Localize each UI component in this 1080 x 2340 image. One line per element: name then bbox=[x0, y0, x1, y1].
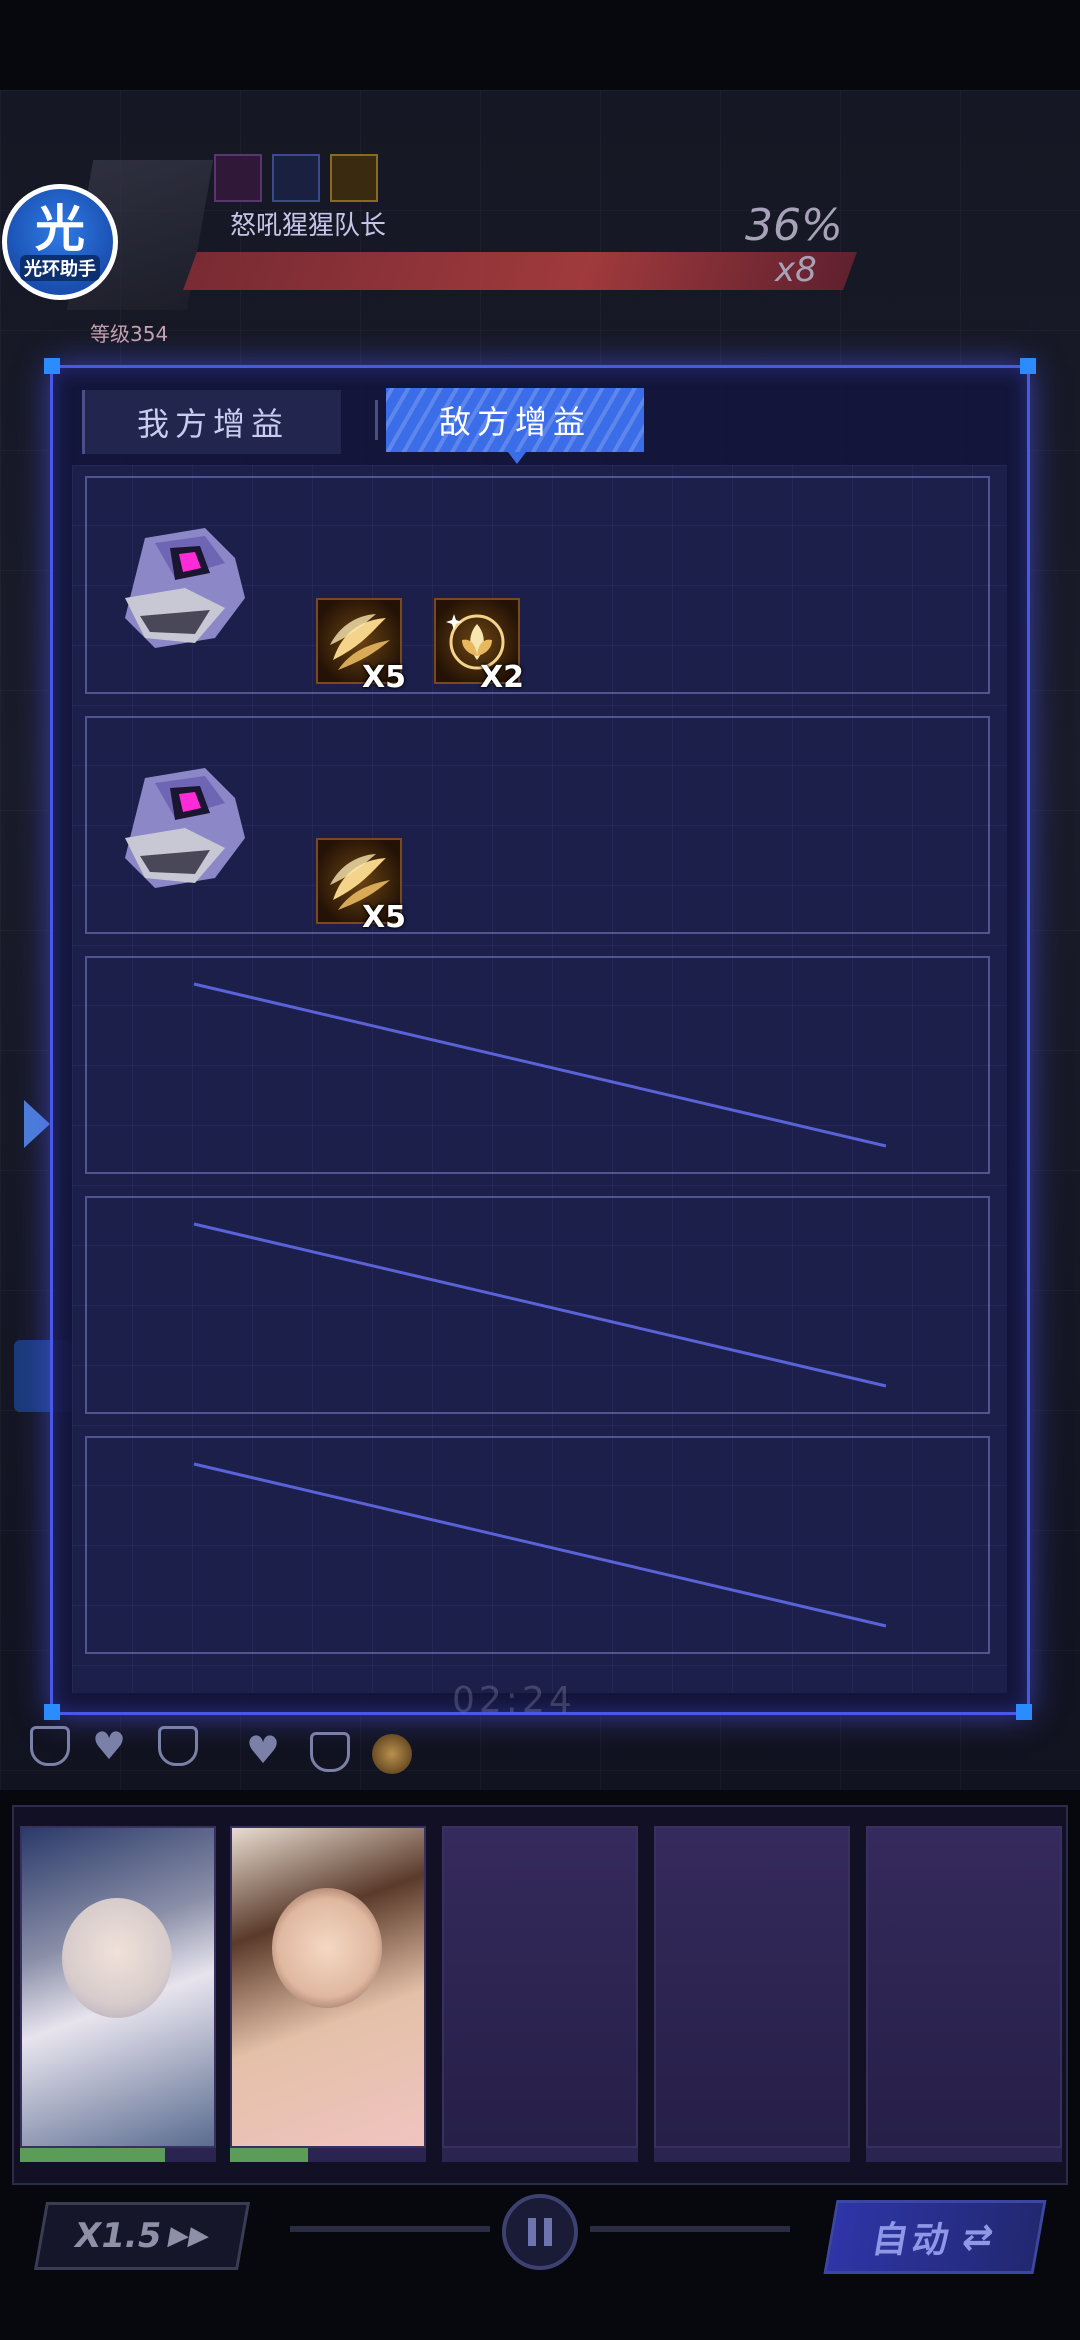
panel-corner-decoration bbox=[1020, 358, 1036, 374]
side-expand-arrow-icon[interactable] bbox=[24, 1100, 50, 1148]
auto-battle-button[interactable]: 自动 ⇄ bbox=[823, 2200, 1047, 2274]
buff-count: X5 bbox=[362, 660, 407, 695]
shield-icon bbox=[310, 1732, 350, 1772]
panel-corner-decoration bbox=[44, 1704, 60, 1720]
empty-card-slot[interactable] bbox=[654, 1826, 850, 2148]
buff-count: X5 bbox=[362, 900, 407, 935]
panel-corner-decoration bbox=[44, 358, 60, 374]
speed-label: X1.5 bbox=[71, 2216, 165, 2256]
empty-card-slot[interactable] bbox=[866, 1826, 1062, 2148]
tab-selected-pointer-icon bbox=[508, 452, 526, 464]
boss-hp-percent: 36% bbox=[745, 200, 843, 251]
character-card[interactable] bbox=[230, 1826, 426, 2148]
boss-level: 等级354 bbox=[90, 322, 169, 346]
golden-leaf-icon bbox=[372, 1734, 412, 1774]
speed-track-divider bbox=[290, 2226, 490, 2232]
tab-enemy-buffs-label: 敌方增益 bbox=[438, 403, 591, 441]
auto-label: 自动 bbox=[868, 2220, 956, 2261]
panel-corner-decoration bbox=[1016, 1704, 1032, 1720]
helper-assistant-button[interactable]: 光 光环助手 bbox=[2, 184, 118, 300]
shield-icon bbox=[158, 1726, 198, 1766]
pause-button[interactable] bbox=[502, 2194, 578, 2270]
character-card[interactable] bbox=[20, 1826, 216, 2148]
empty-slot-slash-icon bbox=[193, 982, 887, 1148]
heart-icon: ♥ bbox=[92, 1724, 127, 1768]
tab-own-buffs[interactable]: 我方增益 bbox=[82, 390, 341, 454]
brown-haired-bunny-girl-portrait bbox=[272, 1888, 382, 2008]
pause-icon bbox=[528, 2218, 536, 2246]
boss-bar-count: x8 bbox=[775, 250, 817, 290]
speed-toggle-button[interactable]: X1.5 ▶▶ bbox=[34, 2202, 250, 2270]
tab-enemy-buffs[interactable]: 敌方增益 bbox=[386, 388, 644, 452]
robot-enemy-icon bbox=[125, 768, 245, 888]
shield-icon bbox=[30, 1726, 70, 1766]
tab-own-buffs-label: 我方增益 bbox=[136, 405, 289, 443]
swap-arrows-icon: ⇄ bbox=[959, 2216, 1001, 2258]
tab-separator bbox=[375, 400, 378, 440]
battle-timer: 02:24 bbox=[452, 1680, 576, 1721]
pause-icon bbox=[544, 2218, 552, 2246]
buff-count: X2 bbox=[480, 660, 525, 695]
empty-card-slot[interactable] bbox=[442, 1826, 638, 2148]
character-hp-bar bbox=[230, 2148, 426, 2162]
empty-hp-bar bbox=[442, 2148, 638, 2162]
boss-buff-icon bbox=[214, 154, 262, 202]
character-hp-fill bbox=[20, 2148, 166, 2162]
boss-name: 怒吼猩猩队长 bbox=[230, 211, 387, 241]
boss-hp-bar bbox=[183, 252, 857, 290]
heart-icon: ♥ bbox=[246, 1728, 281, 1772]
speed-track-divider bbox=[590, 2226, 790, 2232]
boss-buff-icon bbox=[330, 154, 378, 202]
helper-label: 光环助手 bbox=[20, 255, 100, 281]
character-hp-fill bbox=[230, 2148, 309, 2162]
boss-buff-icon bbox=[272, 154, 320, 202]
helper-glyph: 光 bbox=[35, 200, 85, 258]
fast-forward-icon: ▶▶ bbox=[166, 2221, 212, 2251]
white-haired-girl-portrait bbox=[62, 1898, 172, 2018]
robot-enemy-icon bbox=[125, 528, 245, 648]
character-hp-bar bbox=[20, 2148, 216, 2162]
empty-hp-bar bbox=[866, 2148, 1062, 2162]
empty-slot-slash-icon bbox=[193, 1222, 887, 1388]
empty-slot-slash-icon bbox=[193, 1462, 887, 1628]
empty-hp-bar bbox=[654, 2148, 850, 2162]
